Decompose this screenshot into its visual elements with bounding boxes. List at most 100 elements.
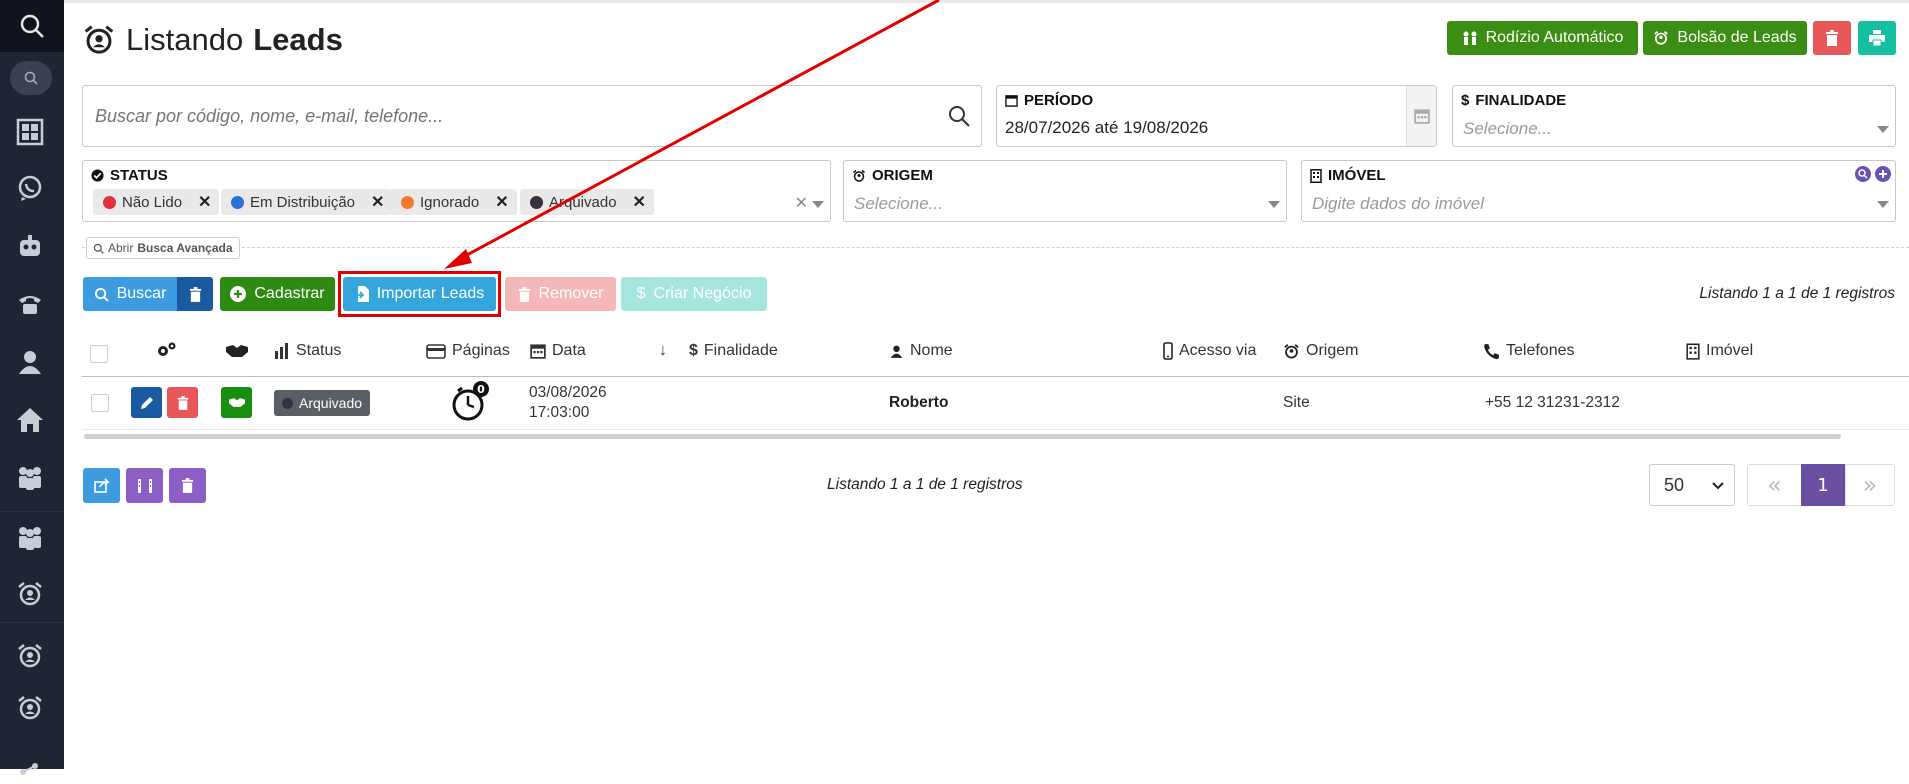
credit-card-icon [426, 343, 446, 359]
row-checkbox[interactable] [91, 394, 109, 412]
bolsao-leads-button[interactable]: Bolsão de Leads [1643, 21, 1807, 55]
print-button[interactable] [1858, 21, 1896, 55]
user-icon [890, 345, 903, 358]
search-icon [24, 71, 38, 85]
calendar-icon [1005, 95, 1018, 107]
lead-alarm-icon[interactable] [14, 692, 46, 724]
advanced-search-divider [82, 247, 1909, 248]
dollar-icon: $ [689, 342, 698, 359]
lead-alarm-icon[interactable] [14, 578, 46, 610]
col-data[interactable]: Data [530, 342, 586, 360]
lead-alarm-icon[interactable] [14, 640, 46, 672]
columns-button[interactable] [126, 468, 163, 503]
rodizio-label: Rodízio Automático [1485, 29, 1624, 46]
pager-prev[interactable]: « [1747, 464, 1802, 506]
finalidade-label: FINALIDADE [1475, 92, 1567, 109]
close-icon[interactable]: ✕ [371, 192, 384, 212]
col-paginas[interactable]: Páginas [426, 342, 510, 360]
listing-info-bottom: Listando 1 a 1 de 1 registros [827, 476, 1023, 493]
finalidade-placeholder: Selecione... [1463, 119, 1552, 138]
export-button[interactable] [83, 468, 120, 503]
status-chip[interactable]: Não Lido ✕ [93, 189, 220, 215]
pager-current[interactable]: 1 [1801, 464, 1845, 506]
col-telefones[interactable]: Telefones [1483, 342, 1575, 360]
double-chevron-right-icon: » [1862, 471, 1878, 499]
print-icon [1869, 30, 1885, 46]
col-nome[interactable]: Nome [889, 342, 953, 360]
pager-next[interactable]: » [1845, 464, 1895, 506]
edit-button[interactable] [131, 387, 162, 418]
phone-icon[interactable] [14, 288, 46, 320]
dollar-icon: $ [1461, 92, 1470, 109]
bolsao-label: Bolsão de Leads [1677, 29, 1797, 46]
finalidade-select[interactable]: $ FINALIDADE Selecione... [1452, 85, 1896, 147]
per-page-select[interactable]: 50 [1649, 464, 1735, 506]
col-data-label: Data [552, 342, 586, 359]
plus-circle-icon[interactable] [1875, 166, 1891, 182]
per-page-value: 50 [1664, 474, 1685, 495]
bulk-delete-button[interactable] [169, 468, 206, 503]
page-title: Listando Leads [82, 20, 343, 60]
lead-alarm-icon [84, 25, 114, 54]
cadastrar-button[interactable]: Cadastrar [220, 277, 335, 311]
status-chip[interactable]: Em Distribuição ✕ [221, 189, 393, 215]
imovel-placeholder: Digite dados do imóvel [1312, 194, 1484, 213]
horizontal-scrollbar[interactable] [84, 434, 1841, 439]
lead-alarm-icon [1284, 343, 1299, 358]
sidebar-divider [0, 511, 64, 512]
user-icon[interactable] [14, 346, 46, 378]
periodo-label: PERÍODO [1024, 92, 1094, 109]
rodizio-automatico-button[interactable]: Rodízio Automático [1447, 21, 1638, 55]
clear-search-button[interactable] [177, 277, 213, 311]
sort-arrow-icon[interactable]: ↓ [659, 342, 667, 360]
page-title-prefix: Listando [126, 22, 244, 57]
mobile-icon [1163, 342, 1173, 360]
status-chip-label: Não Lido [122, 193, 183, 211]
trash-icon [177, 395, 188, 410]
row-time: 17:03:00 [529, 404, 590, 421]
col-finalidade-label: Finalidade [703, 342, 778, 359]
bar-chart-icon [275, 343, 288, 359]
row-nome[interactable]: Roberto [889, 394, 948, 412]
buscar-button[interactable]: Buscar [83, 277, 177, 311]
share-icon[interactable] [14, 752, 46, 784]
delete-row-button[interactable] [167, 387, 198, 418]
col-acesso-label: Acesso via [1179, 342, 1257, 359]
negocio-button[interactable] [221, 387, 252, 418]
sidebar-search-toggle[interactable] [0, 0, 64, 52]
advanced-search-button[interactable]: Abrir Busca Avançada [86, 237, 240, 259]
pages-counter[interactable]: 0 [452, 381, 489, 421]
status-dot [231, 195, 244, 209]
team-icon[interactable] [14, 462, 46, 494]
col-imovel[interactable]: Imóvel [1686, 342, 1753, 360]
col-paginas-label: Páginas [452, 342, 510, 359]
periodo-value: 28/07/2026 até 19/08/2026 [1005, 118, 1209, 137]
chevron-down-icon [1877, 126, 1889, 133]
sidebar [0, 0, 64, 775]
periodo-field[interactable]: PERÍODO 28/07/2026 até 19/08/2026 [996, 85, 1437, 147]
calendar-button[interactable] [1406, 86, 1436, 146]
search-circle-icon[interactable] [1855, 166, 1871, 182]
col-imovel-label: Imóvel [1706, 342, 1754, 359]
whatsapp-icon[interactable] [14, 172, 46, 204]
sidebar-quick-search[interactable] [10, 61, 52, 95]
home-icon[interactable] [14, 404, 46, 436]
team-icon[interactable] [14, 522, 46, 554]
close-icon[interactable]: ✕ [198, 192, 211, 212]
imovel-select[interactable]: IMÓVEL Digite dados do imóvel [1301, 160, 1896, 222]
col-finalidade[interactable]: $ Finalidade [689, 342, 778, 360]
col-acesso[interactable]: Acesso via [1163, 342, 1256, 360]
annotation-arrow [444, 0, 940, 269]
phone-icon [1484, 343, 1499, 359]
robot-icon[interactable] [14, 230, 46, 262]
trash-button[interactable] [1813, 21, 1851, 55]
col-origem[interactable]: Origem [1283, 342, 1358, 360]
status-dot [282, 397, 293, 409]
row-telefone: +55 12 31231-2312 [1485, 394, 1620, 411]
col-status[interactable]: Status [274, 342, 341, 360]
search-icon[interactable] [947, 104, 971, 128]
buscar-label: Buscar [116, 285, 167, 302]
select-all-checkbox[interactable] [90, 345, 108, 363]
status-label: STATUS [110, 167, 168, 184]
dashboard-icon[interactable] [14, 116, 46, 148]
